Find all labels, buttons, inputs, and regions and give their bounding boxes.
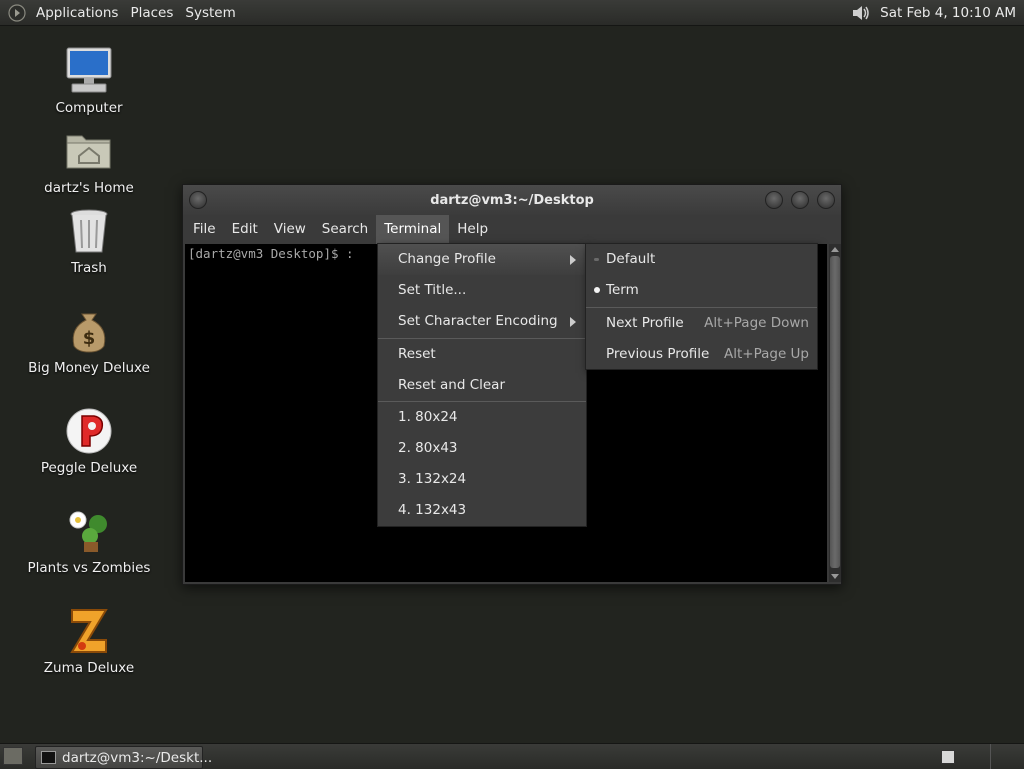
zuma-icon — [64, 606, 114, 656]
menu-item-label: Default — [606, 251, 656, 267]
desktop-icon-label: Big Money Deluxe — [28, 360, 150, 376]
applications-menu[interactable]: Applications — [34, 5, 120, 21]
home-folder-icon — [64, 126, 114, 176]
places-menu[interactable]: Places — [128, 5, 175, 21]
gnome-foot-icon[interactable] — [8, 3, 26, 22]
menu-item-size-132x43[interactable]: 4. 132x43 — [378, 495, 586, 526]
desktop-icon-label: Zuma Deluxe — [43, 660, 135, 676]
menu-item-reset[interactable]: Reset — [378, 339, 586, 370]
change-profile-submenu: Default Term Next Profile Alt+Page Down … — [585, 243, 818, 370]
desktop-icon-home[interactable]: dartz's Home — [19, 126, 159, 196]
computer-icon — [64, 46, 114, 96]
menu-item-label: 2. 80x43 — [398, 440, 458, 456]
menu-item-change-profile[interactable]: Change Profile — [378, 244, 586, 275]
radio-selected-icon — [594, 287, 600, 293]
menu-item-label: Set Title... — [398, 282, 467, 298]
desktop-icon-label: dartz's Home — [44, 180, 134, 196]
clock[interactable]: Sat Feb 4, 10:10 AM — [880, 5, 1016, 21]
show-desktop-icon[interactable] — [3, 747, 23, 765]
svg-text:$: $ — [83, 328, 96, 349]
money-bag-icon: $ — [64, 306, 114, 356]
desktop-icon-label: Plants vs Zombies — [27, 560, 151, 576]
workspace-switcher[interactable] — [941, 750, 955, 764]
desktop-icon-plants[interactable]: Plants vs Zombies — [19, 506, 159, 576]
terminal-scrollbar[interactable] — [829, 244, 841, 582]
radio-unselected-icon — [594, 258, 599, 261]
window-title: dartz@vm3:~/Desktop — [430, 193, 594, 208]
terminal-dropdown-menu: Change Profile Set Title... Set Characte… — [377, 243, 587, 527]
menu-item-size-80x43[interactable]: 2. 80x43 — [378, 433, 586, 464]
peggle-icon — [64, 406, 114, 456]
profile-item-term[interactable]: Term — [586, 275, 817, 306]
menu-file[interactable]: File — [185, 215, 224, 244]
trash-icon — [64, 206, 114, 256]
desktop-icon-label: Trash — [71, 260, 107, 276]
desktop-icon-big-money[interactable]: $ Big Money Deluxe — [19, 306, 159, 376]
desktop-icon-label: Peggle Deluxe — [40, 460, 138, 476]
terminal-icon — [41, 751, 56, 764]
scroll-thumb[interactable] — [830, 256, 840, 568]
scroll-up-arrow-icon[interactable] — [831, 247, 839, 252]
desktop-icon-zuma[interactable]: Zuma Deluxe — [19, 606, 159, 676]
menu-edit[interactable]: Edit — [224, 215, 266, 244]
menu-item-shortcut: Alt+Page Up — [723, 346, 809, 362]
top-panel: Applications Places System Sat Feb 4, 10… — [0, 0, 1024, 26]
panel-separator — [990, 744, 991, 769]
menu-item-label: Previous Profile — [606, 346, 710, 362]
terminal-menubar: File Edit View Search Terminal Help — [183, 215, 841, 244]
menu-item-label: 3. 132x24 — [398, 471, 467, 487]
menu-item-label: 4. 132x43 — [398, 502, 467, 518]
menu-item-label: Next Profile — [606, 315, 684, 331]
minimize-button[interactable] — [765, 191, 783, 209]
menu-item-size-132x24[interactable]: 3. 132x24 — [378, 464, 586, 495]
maximize-button[interactable] — [791, 191, 809, 209]
taskbar-button-terminal[interactable]: dartz@vm3:~/Deskt... — [35, 746, 212, 769]
panel-tray: Sat Feb 4, 10:10 AM — [850, 0, 1016, 25]
menu-item-label: Reset and Clear — [398, 377, 505, 393]
close-button[interactable] — [817, 191, 835, 209]
desktop-icon-computer[interactable]: Computer — [19, 46, 159, 116]
profile-item-default[interactable]: Default — [586, 244, 817, 275]
menu-terminal[interactable]: Terminal — [376, 215, 450, 244]
menu-item-label: Reset — [398, 346, 436, 362]
system-menu[interactable]: System — [183, 5, 237, 21]
menu-help[interactable]: Help — [449, 215, 496, 244]
menu-search[interactable]: Search — [314, 215, 376, 244]
window-titlebar[interactable]: dartz@vm3:~/Desktop — [183, 185, 841, 215]
menu-item-label: Term — [606, 282, 639, 298]
desktop-icon-label: Computer — [55, 100, 123, 116]
desktop-icon-peggle[interactable]: Peggle Deluxe — [19, 406, 159, 476]
submenu-arrow-icon — [570, 317, 576, 327]
volume-icon[interactable] — [850, 3, 872, 23]
menu-item-label: Set Character Encoding — [398, 313, 558, 329]
menu-item-previous-profile[interactable]: Previous Profile Alt+Page Up — [586, 339, 817, 370]
taskbar-button-label: dartz@vm3:~/Deskt... — [62, 750, 213, 766]
desktop-icon-trash[interactable]: Trash — [19, 206, 159, 276]
plants-icon — [64, 506, 114, 556]
menu-item-set-character-encoding[interactable]: Set Character Encoding — [378, 306, 586, 337]
submenu-arrow-icon — [570, 255, 576, 265]
menu-item-shortcut: Alt+Page Down — [704, 315, 809, 331]
shell-prompt: [dartz@vm3 Desktop]$ : — [188, 246, 354, 261]
bottom-panel: dartz@vm3:~/Deskt... — [0, 743, 1024, 769]
menu-item-label: Change Profile — [398, 251, 496, 267]
menu-item-reset-and-clear[interactable]: Reset and Clear — [378, 370, 586, 401]
menu-item-set-title[interactable]: Set Title... — [378, 275, 586, 306]
scroll-down-arrow-icon[interactable] — [831, 574, 839, 579]
menu-item-label: 1. 80x24 — [398, 409, 458, 425]
menu-view[interactable]: View — [266, 215, 314, 244]
menu-item-next-profile[interactable]: Next Profile Alt+Page Down — [586, 308, 817, 339]
menu-item-size-80x24[interactable]: 1. 80x24 — [378, 402, 586, 433]
